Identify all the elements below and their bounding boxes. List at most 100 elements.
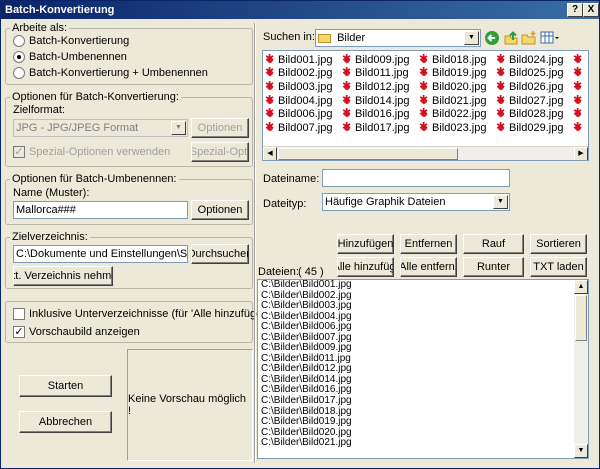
list-item[interactable]: Bild024.jpg	[496, 52, 563, 67]
target-format-select[interactable]: JPG - JPG/JPEG Format ▼	[13, 119, 188, 137]
radio-batch-rename[interactable]: Batch-Umbenennen	[13, 51, 127, 63]
image-file-icon	[573, 93, 584, 106]
list-item[interactable]: Bild029.jpg	[496, 120, 563, 135]
checkbox-box	[13, 308, 25, 320]
list-item[interactable]: Bild016.jpg	[342, 106, 410, 121]
cancel-button[interactable]: Abbrechen	[19, 411, 112, 433]
file-name: Bild011.jpg	[355, 67, 409, 80]
scroll-left-icon[interactable]: ◀	[263, 147, 277, 160]
file-name: Bild023.jpg	[432, 121, 487, 134]
list-item[interactable]: Bild019.jpg	[419, 65, 486, 81]
convert-options-button[interactable]: Optionen	[191, 118, 249, 138]
list-item[interactable]: Bild027.jpg	[496, 93, 563, 108]
chevron-down-icon[interactable]: ▼	[171, 121, 186, 135]
new-folder-icon[interactable]	[521, 30, 537, 46]
list-item[interactable]: Bild018.jpg	[419, 52, 486, 67]
list-item[interactable]: Bild011.jpg	[342, 65, 409, 81]
list-item[interactable]: Bild009.jpg	[342, 52, 410, 67]
file-name: Bild004.jpg	[278, 94, 333, 107]
list-item[interactable]: Bild022.jpg	[419, 106, 486, 121]
start-button[interactable]: Starten	[19, 375, 112, 397]
filename-input[interactable]	[322, 169, 510, 187]
scroll-right-icon[interactable]: ▶	[574, 147, 588, 160]
add-all-button[interactable]: Alle hinzufüg.	[337, 257, 394, 277]
scroll-up-icon[interactable]: ▲	[574, 280, 588, 294]
radio-dot	[13, 35, 25, 47]
look-in-select[interactable]: Bilder ▼	[315, 29, 481, 47]
remove-all-button[interactable]: Alle entfern.	[400, 257, 457, 277]
filename-label: Dateiname:	[263, 173, 320, 185]
help-button[interactable]: ?	[567, 3, 583, 17]
rename-options-button[interactable]: Optionen	[191, 200, 249, 220]
target-dir-input[interactable]: C:\Dokumente und Einstellungen\Scandig\	[13, 245, 188, 263]
image-file-icon	[496, 52, 507, 65]
remove-button[interactable]: Entfernen	[400, 234, 457, 254]
list-item[interactable]: Bild026.jpg	[496, 79, 563, 94]
list-item[interactable]: Bild017.jpg	[342, 120, 409, 135]
file-name: Bild025.jpg	[509, 67, 564, 80]
window-title: Batch-Konvertierung	[5, 4, 115, 16]
close-button[interactable]: X	[583, 3, 599, 17]
list-item[interactable]: Bild003.jpg	[265, 79, 333, 94]
special-options-button[interactable]: Spezial-Opt.	[191, 142, 249, 162]
sort-button[interactable]: Sortieren	[530, 234, 587, 254]
name-pattern-input[interactable]: Mallorca###	[13, 201, 188, 219]
current-dir-button[interactable]: Akt. Verzeichnis nehmen	[13, 266, 113, 286]
vertical-scrollbar[interactable]: ▲ ▼	[574, 280, 588, 458]
scroll-thumb[interactable]	[575, 295, 587, 341]
list-item[interactable]: Bild002.jpg	[265, 65, 332, 81]
selected-files-list[interactable]: C:\Bilder\Bild001.jpg C:\Bilder\Bild002.…	[257, 279, 589, 459]
list-item[interactable]: Bild021.jpg	[419, 93, 486, 108]
target-format-value: JPG - JPG/JPEG Format	[16, 122, 139, 134]
files-label: Dateien:	[258, 266, 299, 278]
browse-button[interactable]: Durchsuchen	[191, 244, 249, 264]
batch-conversion-dialog: Batch-Konvertierung ? X Arbeite als: Bat…	[0, 0, 600, 469]
file-column: Bild024.jpg Bild025.jpg Bild026.jpg Bild…	[496, 52, 564, 135]
list-item[interactable]: C:\Bilder\Bild017.jpg	[258, 395, 588, 407]
view-menu-icon[interactable]	[540, 30, 560, 46]
image-file-icon	[496, 106, 507, 119]
radio-batch-convert[interactable]: Batch-Konvertierung	[13, 35, 129, 47]
file-name: Bild006.jpg	[278, 108, 333, 121]
horizontal-scrollbar[interactable]: ◀ ▶	[263, 146, 588, 160]
add-button[interactable]: Hinzufügen	[337, 234, 394, 254]
checkbox-label: Vorschaubild anzeigen	[29, 326, 140, 338]
list-item[interactable]: C:\Bilder\Bild021.jpg	[258, 438, 588, 449]
file-name: Bild014.jpg	[355, 94, 410, 107]
image-file-icon	[496, 65, 507, 78]
scroll-down-icon[interactable]: ▼	[574, 444, 588, 458]
include-subdirs-checkbox[interactable]: Inklusive Unterverzeichnisse (für 'Alle …	[13, 308, 274, 320]
move-down-button[interactable]: Runter	[463, 257, 524, 277]
move-up-button[interactable]: Rauf	[463, 234, 524, 254]
radio-batch-convert-rename[interactable]: Batch-Konvertierung + Umbenennen	[13, 67, 208, 79]
list-item[interactable]: Bild023.jpg	[419, 120, 487, 135]
file-name: Bild009.jpg	[355, 53, 410, 66]
show-preview-checkbox[interactable]: ✓ Vorschaubild anzeigen	[13, 326, 140, 338]
filetype-select[interactable]: Häufige Graphik Dateien ▼	[322, 193, 510, 211]
up-folder-icon[interactable]	[503, 30, 519, 46]
file-name: Bild016.jpg	[355, 108, 410, 121]
scroll-thumb[interactable]	[278, 148, 458, 160]
list-item[interactable]: Bild012.jpg	[342, 79, 410, 94]
list-item[interactable]: Bild006.jpg	[265, 106, 333, 121]
file-name: Bild012.jpg	[355, 80, 410, 93]
file-name: Bild001.jpg	[278, 53, 333, 66]
list-item[interactable]: Bild014.jpg	[342, 93, 410, 108]
back-icon[interactable]	[484, 30, 500, 46]
list-item[interactable]: Bild004.jpg	[265, 93, 333, 108]
chevron-down-icon[interactable]: ▼	[493, 195, 508, 209]
list-item[interactable]: C:\Bilder\Bild001.jpg	[258, 280, 588, 291]
list-item[interactable]: Bild001.jpg	[265, 52, 333, 67]
radio-label: Batch-Konvertierung	[29, 35, 130, 47]
image-file-icon	[419, 120, 430, 133]
chevron-down-icon[interactable]: ▼	[464, 31, 479, 45]
special-options-checkbox[interactable]: ✓ Spezial-Optionen verwenden	[13, 146, 170, 158]
list-item[interactable]: Bild025.jpg	[496, 65, 564, 81]
list-item[interactable]: Bild020.jpg	[419, 79, 486, 94]
file-column: Bild018.jpg Bild019.jpg Bild020.jpg Bild…	[419, 52, 487, 135]
load-txt-button[interactable]: TXT laden	[530, 257, 587, 277]
list-item[interactable]: Bild028.jpg	[496, 106, 563, 121]
file-name: Bild003.jpg	[278, 80, 333, 93]
list-item[interactable]: Bild007.jpg	[265, 120, 332, 135]
file-browser-list[interactable]: Bild001.jpg Bild002.jpg Bild003.jpg Bild…	[262, 50, 589, 161]
